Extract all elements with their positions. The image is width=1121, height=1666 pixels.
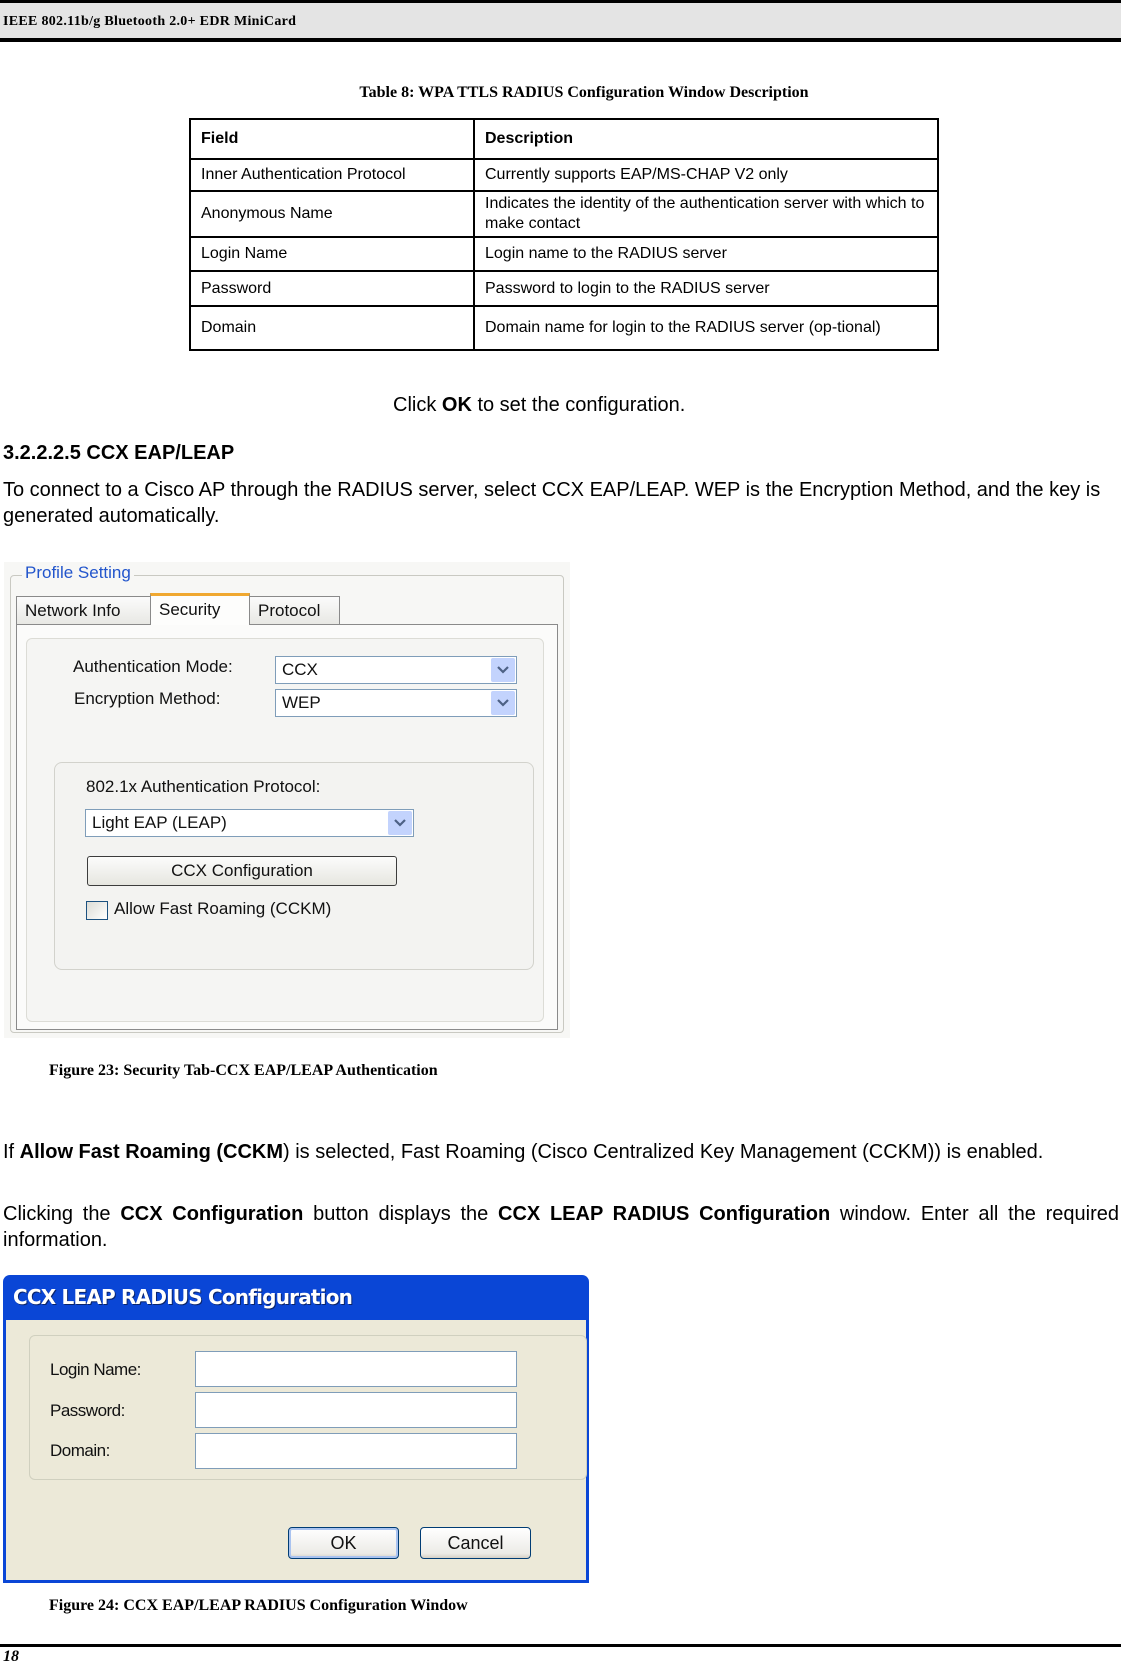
cancel-button[interactable]: Cancel: [420, 1527, 531, 1559]
description-cell: Login name to the RADIUS server: [473, 236, 939, 272]
authentication-protocol-label: 802.1x Authentication Protocol:: [86, 777, 321, 796]
domain-label: Domain:: [50, 1441, 110, 1460]
document-title: IEEE 802.11b/g Bluetooth 2.0+ EDR MiniCa…: [3, 14, 297, 29]
profile-setting-screenshot: Profile Setting Network Info Security Pr…: [4, 562, 570, 1038]
field-cell: Anonymous Name: [189, 190, 475, 238]
dialog-body: Login Name: Password: Domain: OK Cancel: [6, 1320, 587, 1580]
ok-button[interactable]: OK: [288, 1527, 399, 1559]
chevron-down-icon[interactable]: [491, 691, 515, 715]
ccx-configuration-paragraph: Clicking the CCX Configuration button di…: [3, 1203, 1120, 1251]
table-row: Inner Authentication Protocol Currently …: [189, 158, 939, 192]
section-heading: 3.2.2.2.5 CCX EAP/LEAP: [3, 442, 235, 464]
login-name-label: Login Name:: [50, 1360, 141, 1379]
chevron-down-icon[interactable]: [388, 811, 412, 835]
table-row: Anonymous Name Indicates the identity of…: [189, 190, 939, 238]
section-body: To connect to a Cisco AP through the RAD…: [3, 479, 1101, 527]
encryption-method-select[interactable]: WEP: [275, 689, 517, 717]
authentication-protocol-select[interactable]: Light EAP (LEAP): [85, 809, 414, 837]
fast-roaming-paragraph: If Allow Fast Roaming (CCKM) is selected…: [3, 1141, 1044, 1163]
column-header-field: Field: [189, 118, 475, 160]
chevron-down-icon[interactable]: [491, 658, 515, 682]
click-ok-instruction: Click OK to set the configuration.: [393, 394, 686, 416]
description-cell: Currently supports EAP/MS-CHAP V2 only: [473, 158, 939, 192]
profile-setting-legend: Profile Setting: [22, 563, 134, 583]
field-cell: Domain: [189, 305, 475, 351]
table-row: Password Password to login to the RADIUS…: [189, 270, 939, 307]
description-table: Field Description Inner Authentication P…: [189, 118, 939, 351]
encryption-method-label: Encryption Method:: [74, 689, 221, 708]
dialog-title: CCX LEAP RADIUS Configuration: [13, 1285, 353, 1309]
fast-roaming-label[interactable]: Allow Fast Roaming (CCKM): [114, 899, 331, 919]
figure-24-caption: Figure 24: CCX EAP/LEAP RADIUS Configura…: [49, 1597, 468, 1614]
description-cell: Password to login to the RADIUS server: [473, 270, 939, 307]
description-cell: Indicates the identity of the authentica…: [473, 190, 939, 238]
domain-input[interactable]: [195, 1433, 517, 1469]
table-row: Domain Domain name for login to the RADI…: [189, 305, 939, 351]
ccx-leap-radius-dialog: CCX LEAP RADIUS Configuration Login Name…: [3, 1275, 589, 1583]
authentication-mode-label: Authentication Mode:: [73, 657, 233, 676]
tab-protocol[interactable]: Protocol: [249, 596, 340, 624]
field-cell: Inner Authentication Protocol: [189, 158, 475, 192]
table-row: Login Name Login name to the RADIUS serv…: [189, 236, 939, 272]
footer-rule: [0, 1644, 1121, 1647]
field-cell: Password: [189, 270, 475, 307]
column-header-description: Description: [473, 118, 939, 160]
login-name-input[interactable]: [195, 1351, 517, 1387]
password-input[interactable]: [195, 1392, 517, 1428]
page-number: 18: [3, 1648, 19, 1665]
description-cell: Domain name for login to the RADIUS serv…: [473, 305, 939, 351]
tab-security[interactable]: Security: [150, 593, 250, 625]
tab-network-info[interactable]: Network Info: [16, 596, 152, 624]
figure-23-caption: Figure 23: Security Tab-CCX EAP/LEAP Aut…: [49, 1062, 438, 1079]
table-header-row: Field Description: [189, 118, 939, 160]
ccx-configuration-button[interactable]: CCX Configuration: [87, 856, 397, 886]
password-label: Password:: [50, 1401, 125, 1420]
field-cell: Login Name: [189, 236, 475, 272]
fast-roaming-checkbox[interactable]: [86, 901, 108, 920]
table-caption: Table 8: WPA TTLS RADIUS Configuration W…: [359, 84, 809, 101]
authentication-mode-select[interactable]: CCX: [275, 656, 517, 684]
